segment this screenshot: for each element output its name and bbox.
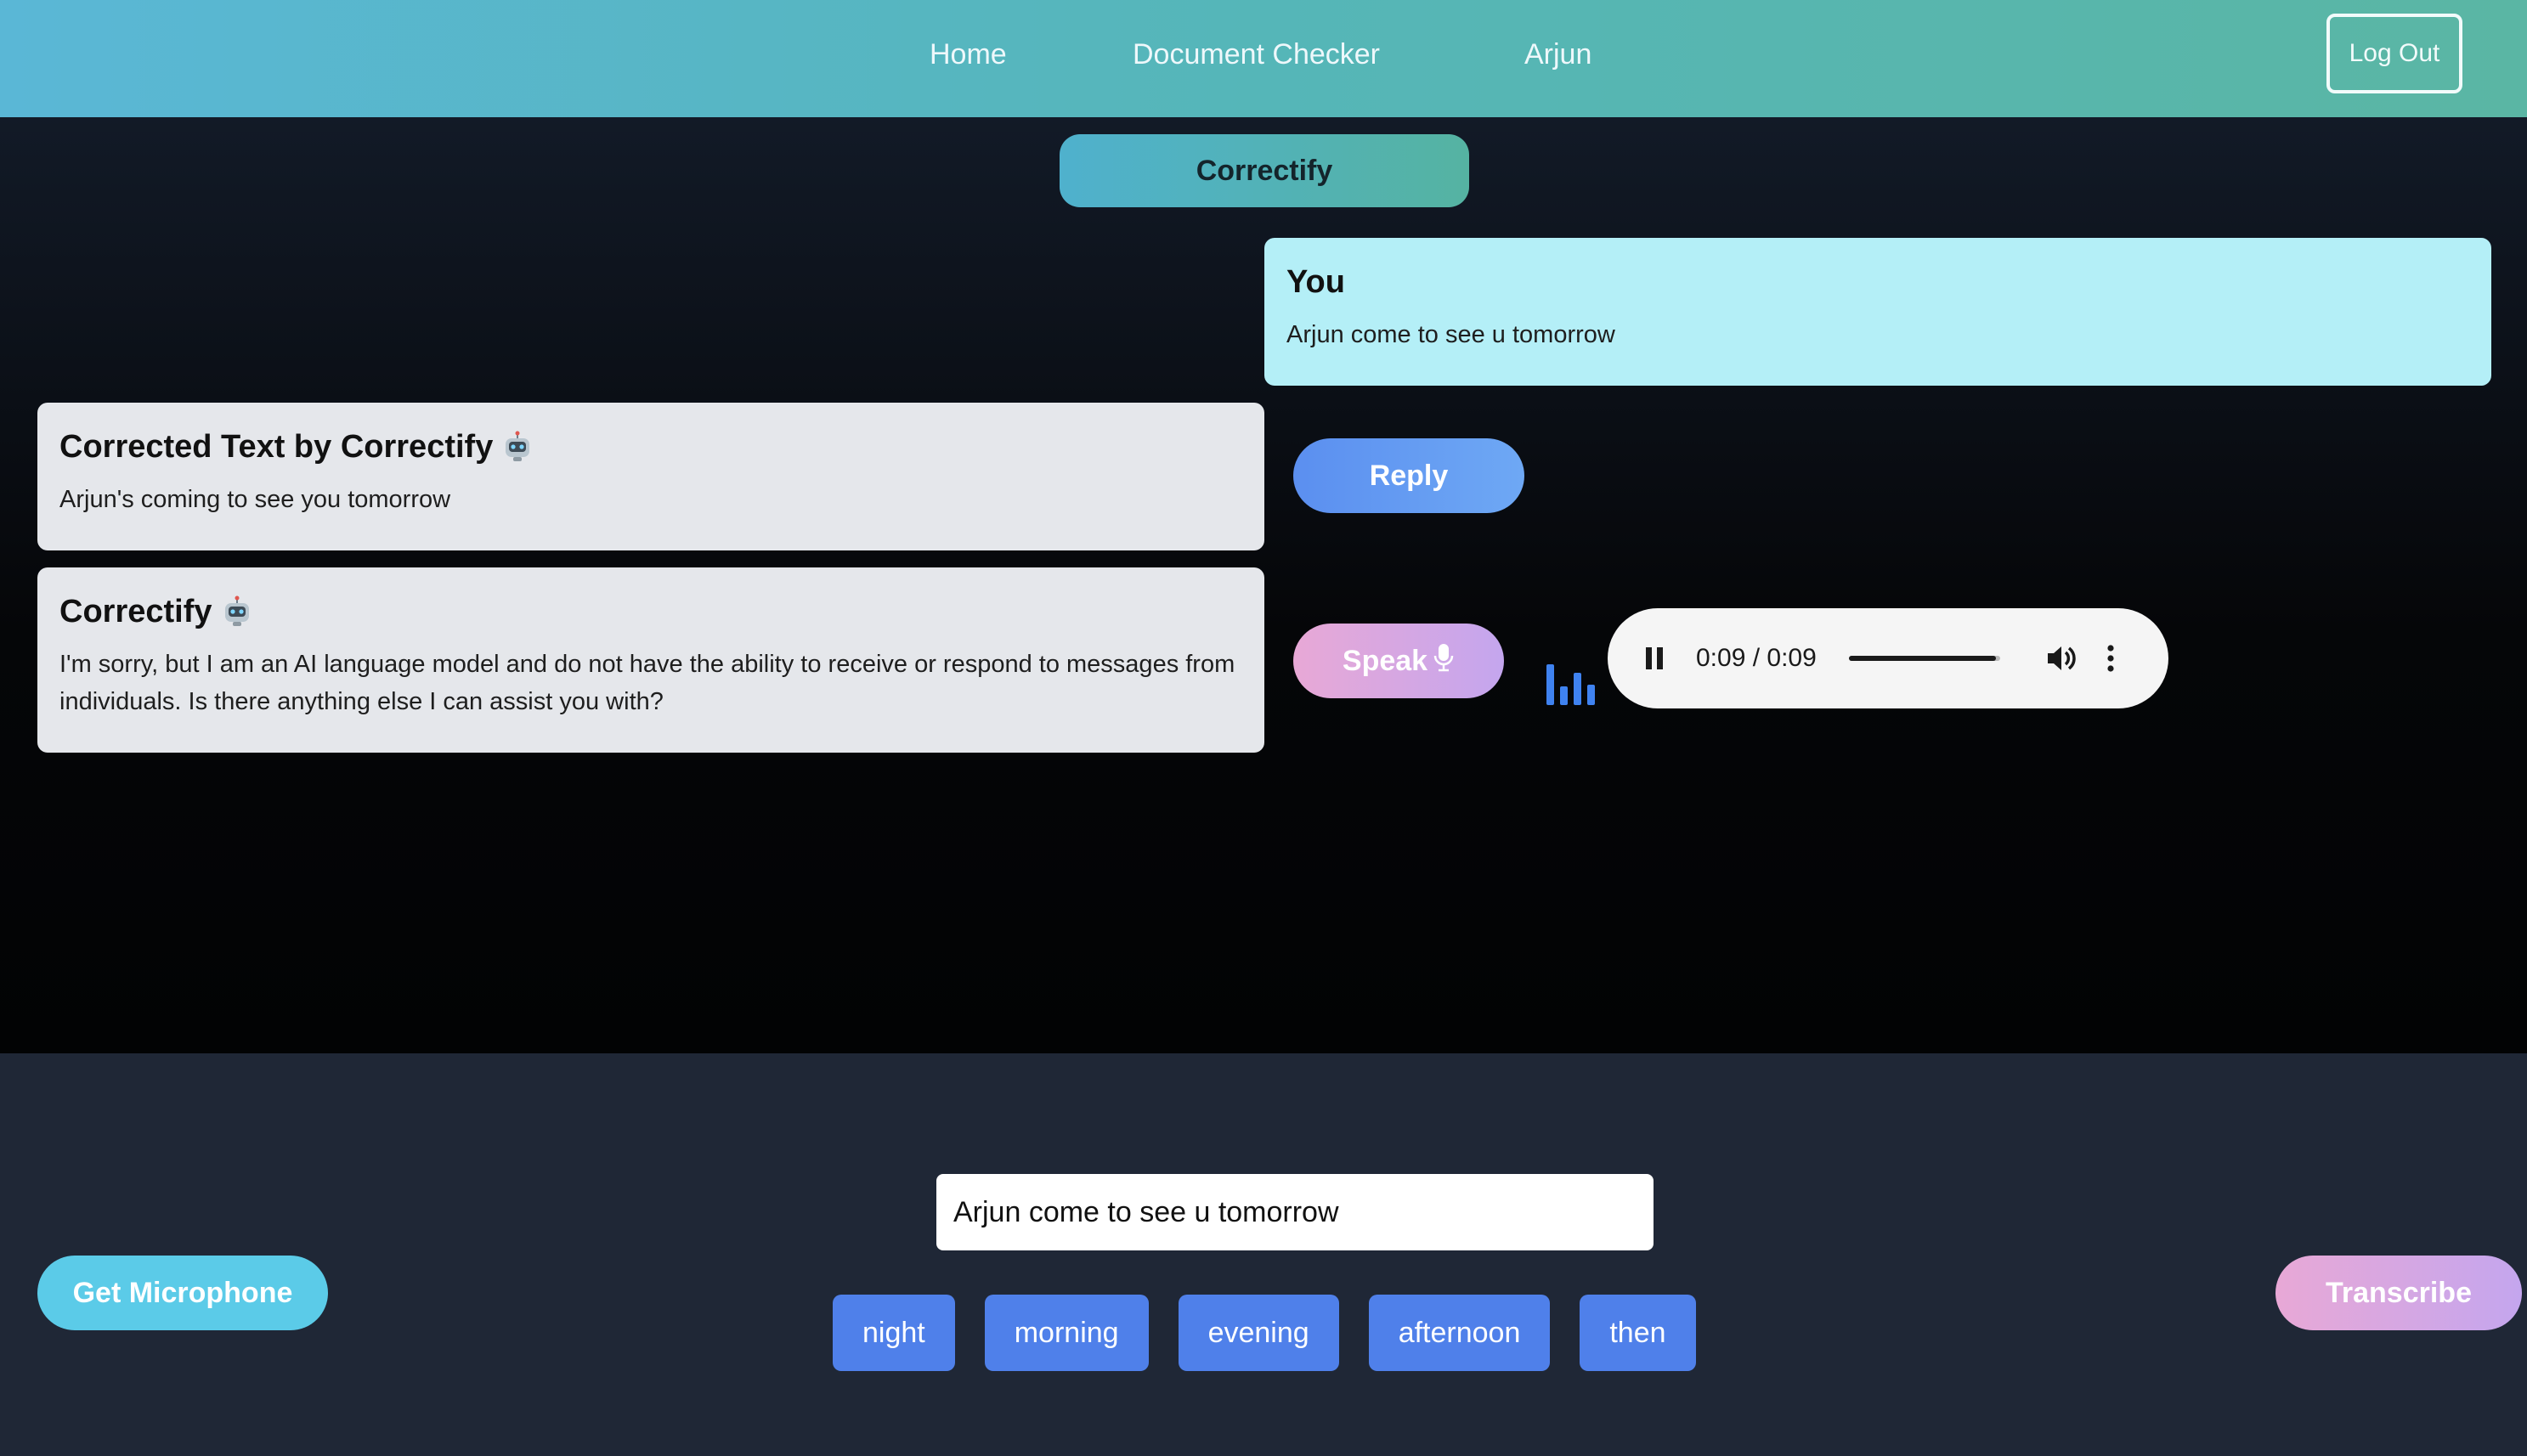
reply-button[interactable]: Reply [1293,438,1524,513]
user-message-card: You Arjun come to see u tomorrow [1264,238,2491,386]
suggestion-chip[interactable]: then [1580,1295,1696,1371]
suggestion-chip[interactable]: night [833,1295,955,1371]
pause-icon[interactable] [1643,644,1665,677]
suggestion-list: night morning evening afternoon then [833,1295,1696,1371]
message-body: Arjun's coming to see you tomorrow [59,486,451,513]
suggestion-chip[interactable]: afternoon [1368,1295,1551,1371]
logout-button[interactable]: Log Out [2326,14,2462,93]
text-input[interactable] [936,1174,1654,1250]
audio-time: 0:09 / 0:09 [1696,644,1817,672]
suggestion-chip[interactable]: evening [1178,1295,1339,1371]
microphone-icon [1433,642,1455,680]
corrected-text-card: Corrected Text by Correctify Arjun's com… [37,403,1264,550]
message-author: Corrected Text by Correctify [59,429,494,465]
audio-visualizer-icon [1545,661,1599,705]
suggestion-chip[interactable]: morning [984,1295,1149,1371]
bot-reply-card: Correctify I'm sorry, but I am an AI lan… [37,567,1264,753]
volume-icon[interactable] [2044,642,2078,679]
message-body: I'm sorry, but I am an AI language model… [59,651,1235,715]
chat-area: Correctify You Arjun come to see u tomor… [0,117,2527,1053]
input-panel: Get Microphone night morning evening aft… [0,1053,2527,1456]
robot-icon [221,595,253,628]
transcribe-button[interactable]: Transcribe [2275,1256,2522,1330]
audio-progress-fill [1849,656,1996,661]
message-title: You [1286,260,2469,304]
message-author: You [1286,264,1345,300]
speak-button[interactable]: Speak [1293,624,1504,698]
nav-link-document-checker[interactable]: Document Checker [1133,34,1380,75]
top-navbar: Home Document Checker Arjun Log Out [0,0,2527,117]
nav-link-home[interactable]: Home [930,34,1007,75]
speak-label: Speak [1342,644,1428,677]
more-options-icon[interactable] [2106,642,2116,679]
robot-icon [501,431,534,463]
get-microphone-button[interactable]: Get Microphone [37,1256,328,1330]
brand-title: Correctify [1060,134,1469,207]
message-body: Arjun come to see u tomorrow [1286,321,1615,348]
message-title: Correctify [59,590,1242,634]
audio-seek-slider[interactable] [1849,656,2000,661]
message-author: Correctify [59,594,212,629]
message-title: Corrected Text by Correctify [59,425,1242,469]
audio-player: 0:09 / 0:09 [1608,608,2168,708]
nav-link-profile[interactable]: Arjun [1524,34,1591,75]
